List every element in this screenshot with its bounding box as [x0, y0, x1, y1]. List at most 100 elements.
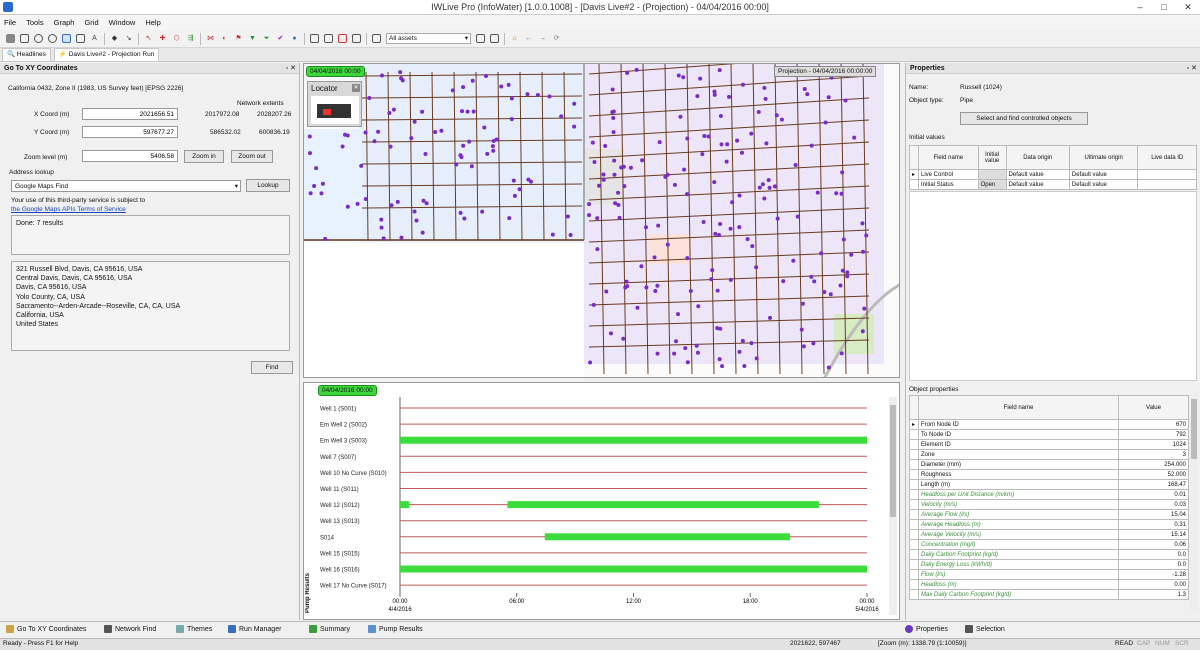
- table-row[interactable]: Headloss (m) 0.00: [909, 579, 1189, 590]
- valve-icon[interactable]: ⋈: [206, 34, 215, 43]
- select-point-icon[interactable]: ✚: [158, 34, 167, 43]
- tab-run-manager[interactable]: Run Manager: [228, 625, 281, 633]
- table-cell[interactable]: Open: [977, 179, 1007, 190]
- menu-file[interactable]: File: [4, 18, 16, 27]
- report-icon[interactable]: [324, 34, 333, 43]
- asset-settings-icon[interactable]: [476, 34, 485, 43]
- panel-controls-icon[interactable]: ▫ ✕: [286, 63, 296, 74]
- locator-close-icon[interactable]: ✕: [352, 84, 360, 92]
- pan-icon[interactable]: [20, 34, 29, 43]
- timeline-scroll-thumb[interactable]: [890, 405, 896, 517]
- timeline-scrollbar[interactable]: [889, 397, 897, 615]
- result-item[interactable]: 321 Russell Blvd, Davis, CA 95616, USA: [16, 265, 285, 274]
- tab-network-find[interactable]: Network Find: [104, 625, 156, 633]
- find-button[interactable]: Find: [251, 361, 293, 374]
- info-icon[interactable]: ●: [290, 34, 299, 43]
- panel-controls-icon[interactable]: ▫ ✕: [1187, 63, 1197, 74]
- select-tool-icon[interactable]: [6, 34, 15, 43]
- zoom-out-button[interactable]: Zoom out: [231, 150, 273, 163]
- funnel-icon[interactable]: ⏷: [262, 34, 271, 43]
- menu-window[interactable]: Window: [109, 18, 136, 27]
- minimize-icon[interactable]: –: [1128, 0, 1152, 15]
- network-map[interactable]: 04/04/2016 00:00 Projection - 04/04/2016…: [303, 63, 900, 378]
- timeline-canvas[interactable]: Well 1 (S001) Em Well 2 (S002) Em Well 3 (…: [304, 383, 888, 620]
- table-row[interactable]: Daily Energy Loss (kWh/d) 0.0: [909, 559, 1189, 570]
- tab-projection-run[interactable]: ⚡ Davis Live#2 - Projection Run: [53, 48, 160, 61]
- table-icon[interactable]: [310, 34, 319, 43]
- tab-pump-results[interactable]: Pump Results: [368, 625, 423, 633]
- asset-filter-select[interactable]: All assets ▾: [386, 33, 471, 44]
- select-controlled-button[interactable]: Select and find controlled objects: [960, 112, 1088, 125]
- layers-icon[interactable]: [490, 34, 499, 43]
- table-row[interactable]: Flow (l/s) -1.28: [909, 569, 1189, 580]
- table-row[interactable]: Max Daily Carbon Footprint (kg/d) 1.3: [909, 589, 1189, 600]
- back-icon[interactable]: ←: [524, 34, 533, 43]
- result-item[interactable]: California, USA: [16, 311, 285, 320]
- table-cell[interactable]: [977, 169, 1007, 180]
- menu-graph[interactable]: Graph: [54, 18, 75, 27]
- table-row[interactable]: Zone 3: [909, 449, 1189, 460]
- zoom-extent-icon[interactable]: [76, 34, 85, 43]
- graph-icon[interactable]: [352, 34, 361, 43]
- table-row[interactable]: Initial Status Open Default value Defaul…: [909, 179, 1197, 190]
- tab-goto-xy[interactable]: Go To XY Coordinates: [6, 625, 86, 633]
- zoom-in-icon[interactable]: [34, 34, 43, 43]
- table-row[interactable]: Daily Carbon Footprint (kg/d) 0.0: [909, 549, 1189, 560]
- zoom-out-icon[interactable]: [48, 34, 57, 43]
- tab-headlines[interactable]: 🔍 Headlines: [2, 48, 51, 61]
- pump-results-timeline[interactable]: 04/04/2016 00:00 Pump Results Well 1 (S0…: [303, 382, 900, 620]
- y-coord-input[interactable]: [82, 126, 178, 138]
- result-item[interactable]: United States: [16, 320, 285, 329]
- scale-icon[interactable]: ↘: [124, 34, 133, 43]
- grid-icon[interactable]: [338, 34, 347, 43]
- flag-icon[interactable]: ⚑: [234, 34, 243, 43]
- result-item[interactable]: Davis, CA 95616, USA: [16, 283, 285, 292]
- table-row[interactable]: Average Flow (l/s) 15.04: [909, 509, 1189, 520]
- address-provider-select[interactable]: Google Maps Find ▾: [11, 180, 241, 192]
- close-icon[interactable]: ✕: [1176, 0, 1200, 15]
- table-row[interactable]: Headloss per Unit Distance (m/km) 0.01: [909, 489, 1189, 500]
- forward-icon[interactable]: →: [538, 34, 547, 43]
- tab-themes[interactable]: Themes: [176, 625, 212, 633]
- zoom-in-button[interactable]: Zoom in: [184, 150, 224, 163]
- table-row[interactable]: To Node ID 792: [909, 429, 1189, 440]
- result-item[interactable]: Sacramento--Arden-Arcade--Roseville, CA,…: [16, 302, 285, 311]
- node-tool-icon[interactable]: ◆: [110, 34, 119, 43]
- terms-link[interactable]: the Google Maps APIs Terms of Service: [11, 206, 126, 213]
- table-row[interactable]: ▸ From Node ID 670: [909, 419, 1189, 430]
- zoom-window-icon[interactable]: [62, 34, 71, 43]
- home-icon[interactable]: ⌂: [510, 34, 519, 43]
- check-icon[interactable]: ✔: [276, 34, 285, 43]
- table-row[interactable]: Roughness 52.000: [909, 469, 1189, 480]
- result-item[interactable]: Central Davis, Davis, CA 95616, USA: [16, 274, 285, 283]
- properties-scroll-thumb[interactable]: [1191, 399, 1197, 459]
- locator-minimap[interactable]: [311, 96, 359, 124]
- zoom-level-input[interactable]: [82, 150, 178, 162]
- properties-scrollbar[interactable]: [1190, 395, 1198, 613]
- menu-help[interactable]: Help: [145, 18, 160, 27]
- tab-selection[interactable]: Selection: [965, 625, 1005, 633]
- table-row[interactable]: ▸ Live Control Default value Default val…: [909, 169, 1197, 180]
- select-area-icon[interactable]: ⬡: [172, 34, 181, 43]
- filter-icon[interactable]: ▼: [248, 34, 257, 43]
- result-item[interactable]: Yolo County, CA, USA: [16, 293, 285, 302]
- table-row[interactable]: Concentration (mg/l) 0.06: [909, 539, 1189, 550]
- map-canvas[interactable]: [304, 64, 900, 378]
- table-row[interactable]: Element ID 1024: [909, 439, 1189, 450]
- locator-window[interactable]: Locator ✕: [307, 81, 362, 127]
- columns-icon[interactable]: [372, 34, 381, 43]
- tab-properties[interactable]: Properties: [905, 625, 948, 633]
- network-trace-icon[interactable]: ⇶: [186, 34, 195, 43]
- tab-summary[interactable]: Summary: [309, 625, 350, 633]
- table-row[interactable]: Average Velocity (m/s) 15.14: [909, 529, 1189, 540]
- table-row[interactable]: Velocity (m/s) 0.03: [909, 499, 1189, 510]
- pointer-icon[interactable]: ↖: [144, 34, 153, 43]
- refresh-icon[interactable]: ⟳: [552, 34, 561, 43]
- menu-grid[interactable]: Grid: [84, 18, 98, 27]
- table-row[interactable]: Length (m) 168.47: [909, 479, 1189, 490]
- pump-icon[interactable]: ◐: [220, 34, 229, 43]
- table-row[interactable]: Average Headloss (m) 0.31: [909, 519, 1189, 530]
- maximize-icon[interactable]: □: [1152, 0, 1176, 15]
- text-tool-icon[interactable]: A: [90, 34, 99, 43]
- table-row[interactable]: Diameter (mm) 254.000: [909, 459, 1189, 470]
